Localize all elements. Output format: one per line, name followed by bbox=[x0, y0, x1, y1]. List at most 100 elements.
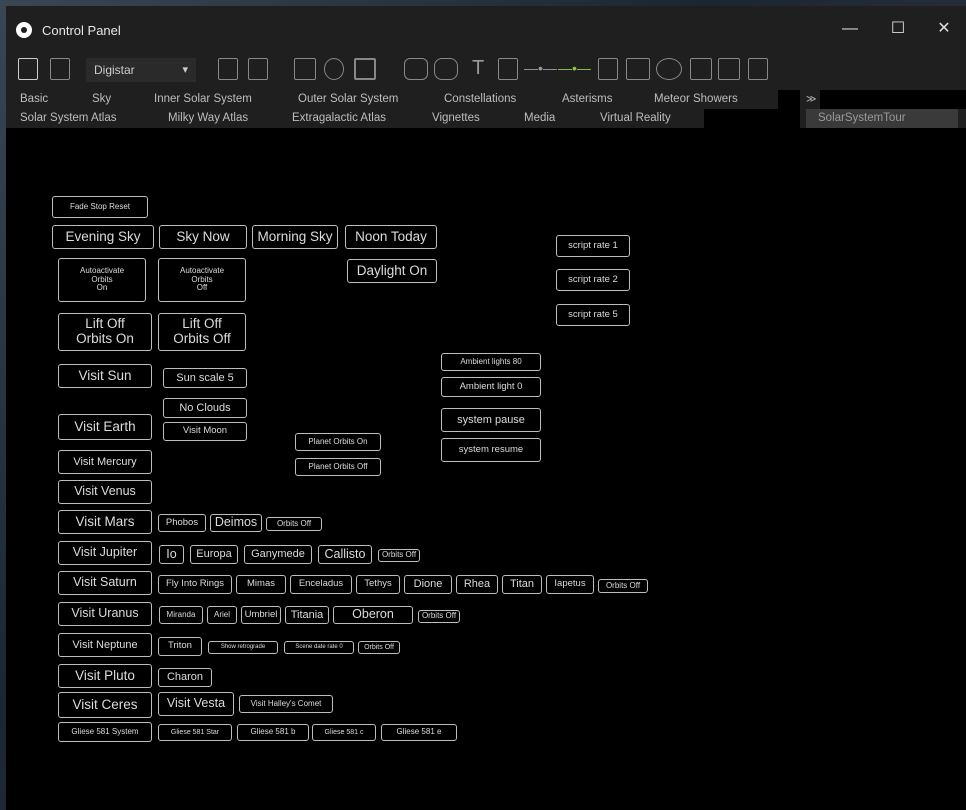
gliese-581-system-button[interactable]: Gliese 581 System bbox=[58, 722, 152, 742]
ganymede-button[interactable]: Ganymede bbox=[244, 545, 312, 564]
visit-mercury-button[interactable]: Visit Mercury bbox=[58, 450, 152, 474]
mimas-button[interactable]: Mimas bbox=[236, 575, 286, 594]
tab-milky-way-atlas[interactable]: Milky Way Atlas bbox=[168, 109, 248, 128]
tab-asterisms[interactable]: Asterisms bbox=[562, 90, 612, 109]
planet-orbits-off-button[interactable]: Planet Orbits Off bbox=[295, 458, 381, 476]
visit-mars-button[interactable]: Visit Mars bbox=[58, 510, 152, 534]
frame-tool-icon[interactable] bbox=[690, 58, 712, 80]
titania-button[interactable]: Titania bbox=[285, 606, 329, 624]
fade-stop-reset-button[interactable]: Fade Stop Reset bbox=[52, 196, 148, 218]
tab-media[interactable]: Media bbox=[524, 109, 555, 128]
visit-venus-button[interactable]: Visit Venus bbox=[58, 480, 152, 504]
line-tool-icon[interactable]: —•— bbox=[524, 55, 557, 81]
autoactivate-orbits-on-button[interactable]: Autoactivate Orbits On bbox=[58, 258, 146, 302]
gliese-581-c-button[interactable]: Gliese 581 c bbox=[312, 724, 376, 741]
oberon-button[interactable]: Oberon bbox=[333, 606, 413, 624]
image-tool-icon[interactable] bbox=[718, 58, 740, 80]
preset-dropdown[interactable]: Digistar ▾ bbox=[86, 58, 196, 82]
evening-sky-button[interactable]: Evening Sky bbox=[52, 225, 154, 249]
io-button[interactable]: Io bbox=[159, 545, 184, 564]
autoactivate-orbits-off-button[interactable]: Autoactivate Orbits Off bbox=[158, 258, 246, 302]
ambient-lights-80-button[interactable]: Ambient lights 80 bbox=[441, 353, 541, 371]
rectangle-tool-icon[interactable] bbox=[626, 58, 650, 80]
charon-button[interactable]: Charon bbox=[158, 668, 212, 687]
liftoff-orbits-off-button[interactable]: Lift Off Orbits Off bbox=[158, 313, 246, 351]
no-clouds-button[interactable]: No Clouds bbox=[163, 398, 247, 418]
close-button[interactable]: ✕ bbox=[924, 16, 964, 42]
neptune-orbits-off-button[interactable]: Orbits Off bbox=[358, 641, 400, 654]
ellipse-tool-icon[interactable] bbox=[656, 58, 682, 80]
maximize-button[interactable]: ☐ bbox=[878, 16, 918, 42]
tab-meteor-showers[interactable]: Meteor Showers bbox=[654, 90, 738, 109]
accent-line-tool-icon[interactable]: —•— bbox=[558, 55, 591, 81]
script-rate-5-button[interactable]: script rate 5 bbox=[556, 304, 630, 326]
planet-orbits-on-button[interactable]: Planet Orbits On bbox=[295, 433, 381, 451]
tab-outer-solar-system[interactable]: Outer Solar System bbox=[298, 90, 398, 109]
dione-button[interactable]: Dione bbox=[404, 575, 452, 594]
deimos-button[interactable]: Deimos bbox=[210, 514, 262, 532]
saturn-orbits-off-button[interactable]: Orbits Off bbox=[598, 579, 648, 593]
europa-button[interactable]: Europa bbox=[190, 545, 238, 564]
sun-scale-button[interactable]: Sun scale 5 bbox=[163, 368, 247, 388]
uranus-orbits-off-button[interactable]: Orbits Off bbox=[418, 610, 460, 623]
show-retrograde-button[interactable]: Show retrograde bbox=[208, 641, 278, 654]
system-resume-button[interactable]: system resume bbox=[441, 438, 541, 462]
fly-into-rings-button[interactable]: Fly Into Rings bbox=[158, 575, 232, 594]
system-pause-button[interactable]: system pause bbox=[441, 408, 541, 432]
visit-uranus-button[interactable]: Visit Uranus bbox=[58, 602, 152, 626]
minimize-button[interactable]: — bbox=[830, 16, 870, 42]
visit-sun-button[interactable]: Visit Sun bbox=[58, 364, 152, 388]
ambient-light-0-button[interactable]: Ambient light 0 bbox=[441, 377, 541, 397]
collapse-tabs-icon[interactable]: ≫ bbox=[806, 90, 816, 109]
textbox-icon[interactable] bbox=[498, 58, 518, 80]
tab-sky[interactable]: Sky bbox=[92, 90, 111, 109]
enceladus-button[interactable]: Enceladus bbox=[290, 575, 352, 594]
visit-saturn-button[interactable]: Visit Saturn bbox=[58, 571, 152, 595]
visit-pluto-button[interactable]: Visit Pluto bbox=[58, 664, 152, 688]
tab-vignettes[interactable]: Vignettes bbox=[432, 109, 480, 128]
gliese-581-b-button[interactable]: Gliese 581 b bbox=[237, 724, 309, 741]
script-rate-1-button[interactable]: script rate 1 bbox=[556, 235, 630, 257]
hand-pointer-icon[interactable] bbox=[324, 58, 344, 80]
gliese-581-e-button[interactable]: Gliese 581 e bbox=[381, 724, 457, 741]
book-icon[interactable] bbox=[248, 58, 268, 80]
checkbox-tool-icon[interactable] bbox=[598, 58, 618, 80]
tab-solar-system-atlas[interactable]: Solar System Atlas bbox=[20, 109, 117, 128]
triton-button[interactable]: Triton bbox=[158, 637, 202, 656]
phobos-button[interactable]: Phobos bbox=[158, 514, 206, 532]
new-button-icon[interactable] bbox=[18, 58, 38, 80]
text-tool-icon[interactable]: T bbox=[472, 55, 484, 81]
select-frame-icon[interactable] bbox=[354, 58, 376, 80]
rhea-button[interactable]: Rhea bbox=[456, 575, 498, 594]
callisto-button[interactable]: Callisto bbox=[318, 545, 372, 564]
visit-moon-button[interactable]: Visit Moon bbox=[163, 422, 247, 441]
titan-button[interactable]: Titan bbox=[502, 575, 542, 594]
tethys-button[interactable]: Tethys bbox=[356, 575, 400, 594]
visit-halleys-comet-button[interactable]: Visit Halley's Comet bbox=[239, 695, 333, 713]
morning-sky-button[interactable]: Morning Sky bbox=[252, 225, 338, 249]
tab-constellations[interactable]: Constellations bbox=[444, 90, 516, 109]
noon-today-button[interactable]: Noon Today bbox=[345, 225, 437, 249]
gliese-581-star-button[interactable]: Gliese 581 Star bbox=[158, 724, 232, 741]
visit-earth-button[interactable]: Visit Earth bbox=[58, 414, 152, 440]
calculator-icon[interactable] bbox=[748, 58, 768, 80]
tab-extragalactic-atlas[interactable]: Extragalactic Atlas bbox=[292, 109, 386, 128]
umbriel-button[interactable]: Umbriel bbox=[241, 606, 281, 624]
tab-basic[interactable]: Basic bbox=[20, 90, 48, 109]
visit-ceres-button[interactable]: Visit Ceres bbox=[58, 692, 152, 718]
iapetus-button[interactable]: Iapetus bbox=[546, 575, 594, 594]
rounded-button-icon[interactable] bbox=[404, 58, 428, 80]
miranda-button[interactable]: Miranda bbox=[159, 606, 203, 624]
tab-solarsystemtour[interactable]: SolarSystemTour bbox=[806, 109, 958, 128]
visit-vesta-button[interactable]: Visit Vesta bbox=[158, 692, 234, 716]
scene-date-rate-button[interactable]: Scene date rate 0 bbox=[284, 641, 354, 654]
list-button-icon[interactable] bbox=[434, 58, 458, 80]
tab-inner-solar-system[interactable]: Inner Solar System bbox=[154, 90, 252, 109]
button-settings-icon[interactable] bbox=[50, 58, 70, 80]
jupiter-orbits-off-button[interactable]: Orbits Off bbox=[378, 549, 420, 562]
tab-virtual-reality[interactable]: Virtual Reality bbox=[600, 109, 671, 128]
document-icon[interactable] bbox=[218, 58, 238, 80]
grid-icon[interactable] bbox=[294, 58, 316, 80]
ariel-button[interactable]: Ariel bbox=[207, 606, 237, 624]
sky-now-button[interactable]: Sky Now bbox=[159, 225, 247, 249]
